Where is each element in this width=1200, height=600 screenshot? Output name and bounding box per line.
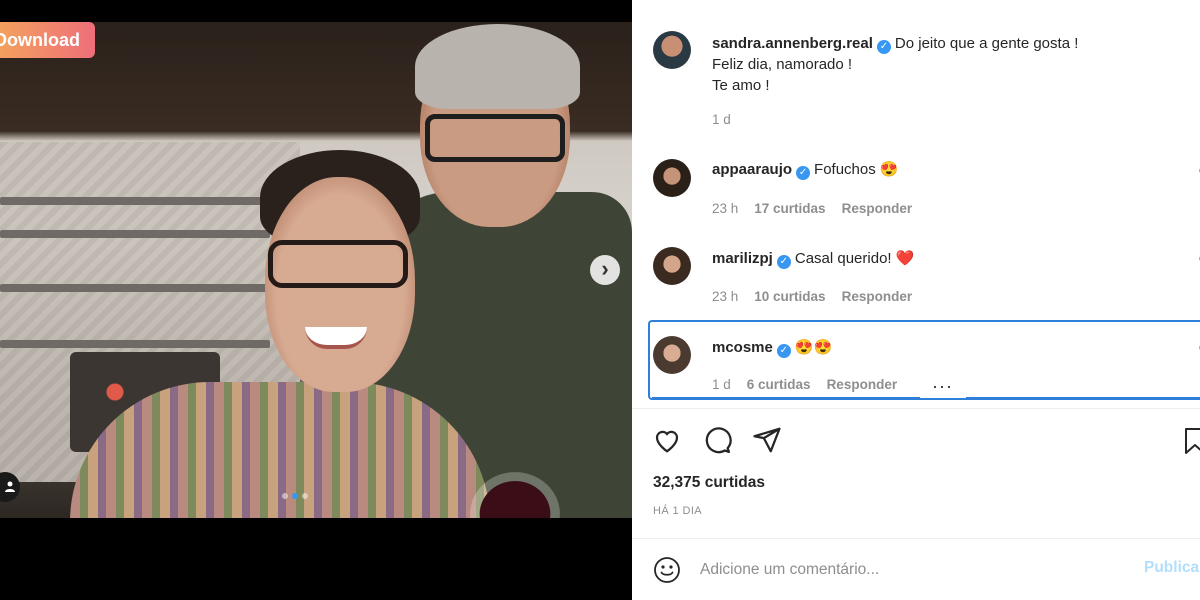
comment-likes[interactable]: 10 curtidas xyxy=(754,289,825,304)
divider xyxy=(632,408,1200,409)
comment-time[interactable]: 23 h xyxy=(712,201,738,216)
post-actions xyxy=(652,425,782,455)
add-comment-row: Publicar xyxy=(652,555,1200,585)
likes-count[interactable]: 32,375 curtidas xyxy=(653,474,765,492)
verified-badge-icon: ✓ xyxy=(776,344,791,358)
reply-button[interactable]: Responder xyxy=(827,377,898,392)
author-handle[interactable]: sandra.annenberg.real xyxy=(712,35,873,52)
reply-button[interactable]: Responder xyxy=(842,201,913,216)
carousel-dot xyxy=(282,493,288,499)
wine-glass xyxy=(470,472,560,518)
share-icon[interactable] xyxy=(752,425,782,455)
comment-meta: 1 d 6 curtidas Responder xyxy=(712,377,897,392)
caption-text: Te amo ! xyxy=(712,77,770,94)
post-media: Download › xyxy=(0,0,632,600)
carousel-dots xyxy=(282,493,308,499)
grill-bar xyxy=(0,230,270,238)
post-date: HÁ 1 DIA xyxy=(653,505,703,517)
comment-icon[interactable] xyxy=(702,425,732,455)
woman-glasses xyxy=(268,240,408,288)
comment-meta: 23 h 10 curtidas Responder xyxy=(712,289,912,304)
heart-icon[interactable] xyxy=(652,425,682,455)
carousel-dot-active xyxy=(292,493,298,499)
comment-text: 😍😍 xyxy=(794,339,833,356)
verified-badge-icon: ✓ xyxy=(776,255,791,269)
caption-timestamp[interactable]: 1 d xyxy=(712,112,731,127)
comment-text: Fofuchos 😍 xyxy=(814,161,899,178)
bookmark-icon[interactable] xyxy=(1184,427,1200,455)
comment-time[interactable]: 23 h xyxy=(712,289,738,304)
carousel-dot xyxy=(302,493,308,499)
divider xyxy=(632,538,1200,539)
grill-bar xyxy=(0,284,270,292)
comment-item: marilizpj ✓ Casal querido! ❤️ xyxy=(712,249,914,269)
chevron-right-icon[interactable]: › xyxy=(590,255,620,285)
comment-item: appaaraujo ✓ Fofuchos 😍 xyxy=(712,160,899,180)
download-button[interactable]: Download xyxy=(0,22,95,58)
comment-text: Casal querido! ❤️ xyxy=(794,250,915,267)
commenter-avatar[interactable] xyxy=(653,159,691,197)
verified-badge-icon: ✓ xyxy=(876,40,891,54)
caption-text: Do jeito que a gente gosta ! xyxy=(894,35,1079,52)
post-caption: sandra.annenberg.real ✓ Do jeito que a gen… xyxy=(712,33,1182,96)
comment-meta: 23 h 17 curtidas Responder xyxy=(712,201,912,216)
focus-underline xyxy=(966,397,1200,399)
post-photo[interactable] xyxy=(0,22,632,518)
comment-likes[interactable]: 6 curtidas xyxy=(747,377,811,392)
commenter-avatar[interactable] xyxy=(653,247,691,285)
comment-time[interactable]: 1 d xyxy=(712,377,731,392)
man-hair xyxy=(415,24,580,109)
verified-badge-icon: ✓ xyxy=(796,166,811,180)
commenter-handle[interactable]: appaaraujo xyxy=(712,161,792,178)
comment-likes[interactable]: 17 curtidas xyxy=(754,201,825,216)
commenter-handle[interactable]: marilizpj xyxy=(712,250,773,267)
grill-bar xyxy=(0,197,270,205)
caption-text: Feliz dia, namorado ! xyxy=(712,56,853,73)
more-options-icon[interactable]: ··· xyxy=(932,376,953,397)
reply-button[interactable]: Responder xyxy=(842,289,913,304)
author-avatar[interactable] xyxy=(653,31,691,69)
grill-bar xyxy=(0,340,270,348)
caption-first-line: sandra.annenberg.real ✓ Do jeito que a gen… xyxy=(712,33,1182,54)
commenter-avatar[interactable] xyxy=(653,336,691,374)
comment-input[interactable] xyxy=(700,557,1120,583)
focus-underline xyxy=(652,397,920,399)
publish-button[interactable]: Publicar xyxy=(1144,559,1200,577)
post-details-panel: sandra.annenberg.real ✓ Do jeito que a gen… xyxy=(632,0,1200,600)
man-glasses xyxy=(425,114,565,162)
emoji-icon[interactable] xyxy=(652,555,682,585)
comment-item: mcosme ✓ 😍😍 xyxy=(712,338,832,358)
commenter-handle[interactable]: mcosme xyxy=(712,339,773,356)
